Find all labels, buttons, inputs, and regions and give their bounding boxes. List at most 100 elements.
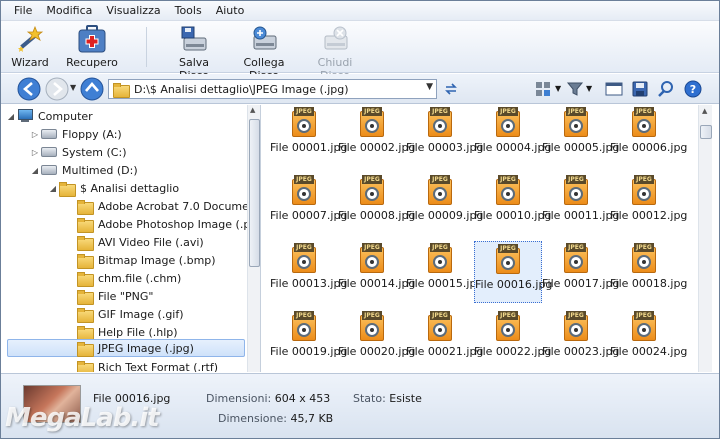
file-name: File 00001.jpg [270,141,348,154]
file-item[interactable]: JPEG File 00001.jpg [270,105,348,167]
jpeg-file-icon: JPEG [289,243,319,273]
tree-item-floppy[interactable]: ▷ Floppy (A:) [29,125,122,143]
file-name: File 00006.jpg [610,141,688,154]
view-mode-icon[interactable] [534,80,552,98]
menu-aiuto[interactable]: Aiuto [209,2,252,19]
jpeg-file-icon: JPEG [493,311,523,341]
tree-item-label: Computer [38,109,93,123]
tree-item-computer[interactable]: ◢ Computer [5,107,93,125]
jpeg-file-icon: JPEG [493,107,523,137]
salva-disco-button[interactable]: Salva Disco [165,24,223,82]
file-item[interactable]: JPEG File 00008.jpg [338,173,416,235]
file-item[interactable]: JPEG File 00016.jpg [474,241,552,303]
file-item[interactable]: JPEG File 00021.jpg [406,309,483,371]
collega-disco-button[interactable]: Collega Disco [229,24,299,82]
file-item[interactable]: JPEG File 00014.jpg [338,241,415,303]
filter-dropdown-icon[interactable]: ▼ [586,84,592,93]
forward-button[interactable] [45,77,69,101]
tree-item-analisi-dettaglio[interactable]: ◢ $ Analisi dettaglio [47,179,179,197]
file-item[interactable]: JPEG File 00003.jpg [406,105,484,167]
file-item[interactable]: JPEG File 00019.jpg [270,309,347,371]
close-disk-icon [324,26,348,50]
jpeg-file-icon: JPEG [561,243,591,273]
tree-item-label: $ Analisi dettaglio [80,181,180,195]
address-field[interactable]: D:\$ Analisi dettaglio\JPEG Image (.jpg)… [108,79,437,99]
hard-drive-icon [41,165,57,175]
toolbar: Wizard Recupero Salva Disco [1,21,719,82]
state-value: Esiste [389,392,422,405]
file-item[interactable]: JPEG File 00022.jpg [474,309,551,371]
jpeg-file-icon: JPEG [289,311,319,341]
tree-item-jpg[interactable]: JPEG Image (.jpg) [7,339,245,357]
jpeg-file-icon: JPEG [289,175,319,205]
refresh-icon[interactable] [442,80,460,98]
collapse-arrow-icon[interactable]: ◢ [47,184,59,193]
tree-item-system-c[interactable]: ▷ System (C:) [29,143,127,161]
computer-icon [17,109,33,123]
chiudi-disco-button[interactable]: Chiudi Disco [303,24,367,82]
menu-file[interactable]: File [7,2,39,19]
history-dropdown-icon[interactable]: ▼ [70,83,76,92]
jpeg-file-icon: JPEG [289,107,319,137]
file-item[interactable]: JPEG File 00011.jpg [542,173,619,235]
up-button[interactable] [80,77,104,101]
file-item[interactable]: JPEG File 00023.jpg [542,309,619,371]
help-icon[interactable]: ? [684,80,702,98]
watermark-logo: MegaLab.it [5,403,160,433]
tree-item-gif[interactable]: GIF Image (.gif) [65,305,184,323]
expand-arrow-icon[interactable]: ▷ [29,130,41,139]
file-name: File 00003.jpg [406,141,484,154]
folder-icon [77,271,94,287]
file-item[interactable]: JPEG File 00012.jpg [610,173,687,235]
file-grid: JPEG File 00001.jpg JPEG File 00002.jpg JPEG… [262,105,719,372]
view-dropdown-icon[interactable]: ▼ [555,84,561,93]
jpeg-file-icon: JPEG [357,243,387,273]
tree-item-label: Help File (.hlp) [98,325,178,339]
file-item[interactable]: JPEG File 00002.jpg [338,105,415,167]
file-item[interactable]: JPEG File 00017.jpg [542,241,619,303]
collapse-arrow-icon[interactable]: ◢ [29,166,41,175]
tree-item-label: Adobe Photoshop Image (.psd) [98,217,261,231]
file-grid-scrollbar[interactable]: ▲ [698,105,712,372]
folder-tree: ◢ Computer ▷ Floppy (A:) ▷ System (C:) ◢… [1,105,261,372]
file-item[interactable]: JPEG File 00009.jpg [406,173,483,235]
address-dropdown-icon[interactable]: ▼ [426,82,433,92]
back-button[interactable] [17,77,41,101]
menu-visualizza[interactable]: Visualizza [99,2,167,19]
tree-item-avi[interactable]: AVI Video File (.avi) [65,233,204,251]
file-item[interactable]: JPEG File 00004.jpg [474,105,551,167]
collapse-arrow-icon[interactable]: ◢ [5,112,17,121]
file-item[interactable]: JPEG File 00010.jpg [474,173,551,235]
file-grid-scrollbar-thumb[interactable] [700,125,712,139]
wizard-button[interactable]: Wizard [9,24,51,72]
tree-item-multimed-d[interactable]: ◢ Multimed (D:) [29,161,138,179]
tree-scrollbar-thumb[interactable] [249,119,260,267]
tree-scrollbar[interactable]: ▲ [247,105,260,372]
file-item[interactable]: JPEG File 00005.jpg [542,105,619,167]
tree-item-label: Adobe Acrobat 7.0 Document ( [98,199,261,213]
preview-pane-icon[interactable] [605,80,623,98]
file-item[interactable]: JPEG File 00018.jpg [610,241,687,303]
scroll-up-arrow-icon[interactable]: ▲ [702,107,707,115]
file-item[interactable]: JPEG File 00020.jpg [338,309,415,371]
save-icon[interactable] [631,80,649,98]
file-item[interactable]: JPEG File 00006.jpg [610,105,688,167]
tree-item-chm[interactable]: chm.file (.chm) [65,269,181,287]
scroll-up-arrow-icon[interactable]: ▲ [250,106,255,114]
tree-item-pdf[interactable]: Adobe Acrobat 7.0 Document ( [65,197,261,215]
file-item[interactable]: JPEG File 00015.jpg [406,241,483,303]
menu-modifica[interactable]: Modifica [39,2,99,19]
menu-tools[interactable]: Tools [168,2,209,19]
tree-item-bmp[interactable]: Bitmap Image (.bmp) [65,251,216,269]
recupero-button[interactable]: Recupero [65,24,119,72]
tree-item-rtf[interactable]: Rich Text Format (.rtf) [65,358,218,372]
search-icon[interactable] [657,80,675,98]
file-name: File 00008.jpg [338,209,416,222]
file-item[interactable]: JPEG File 00007.jpg [270,173,347,235]
file-item[interactable]: JPEG File 00013.jpg [270,241,347,303]
expand-arrow-icon[interactable]: ▷ [29,148,41,157]
tree-item-png[interactable]: File "PNG" [65,287,153,305]
tree-item-psd[interactable]: Adobe Photoshop Image (.psd) [65,215,261,233]
file-item[interactable]: JPEG File 00024.jpg [610,309,687,371]
filter-icon[interactable] [566,80,584,98]
